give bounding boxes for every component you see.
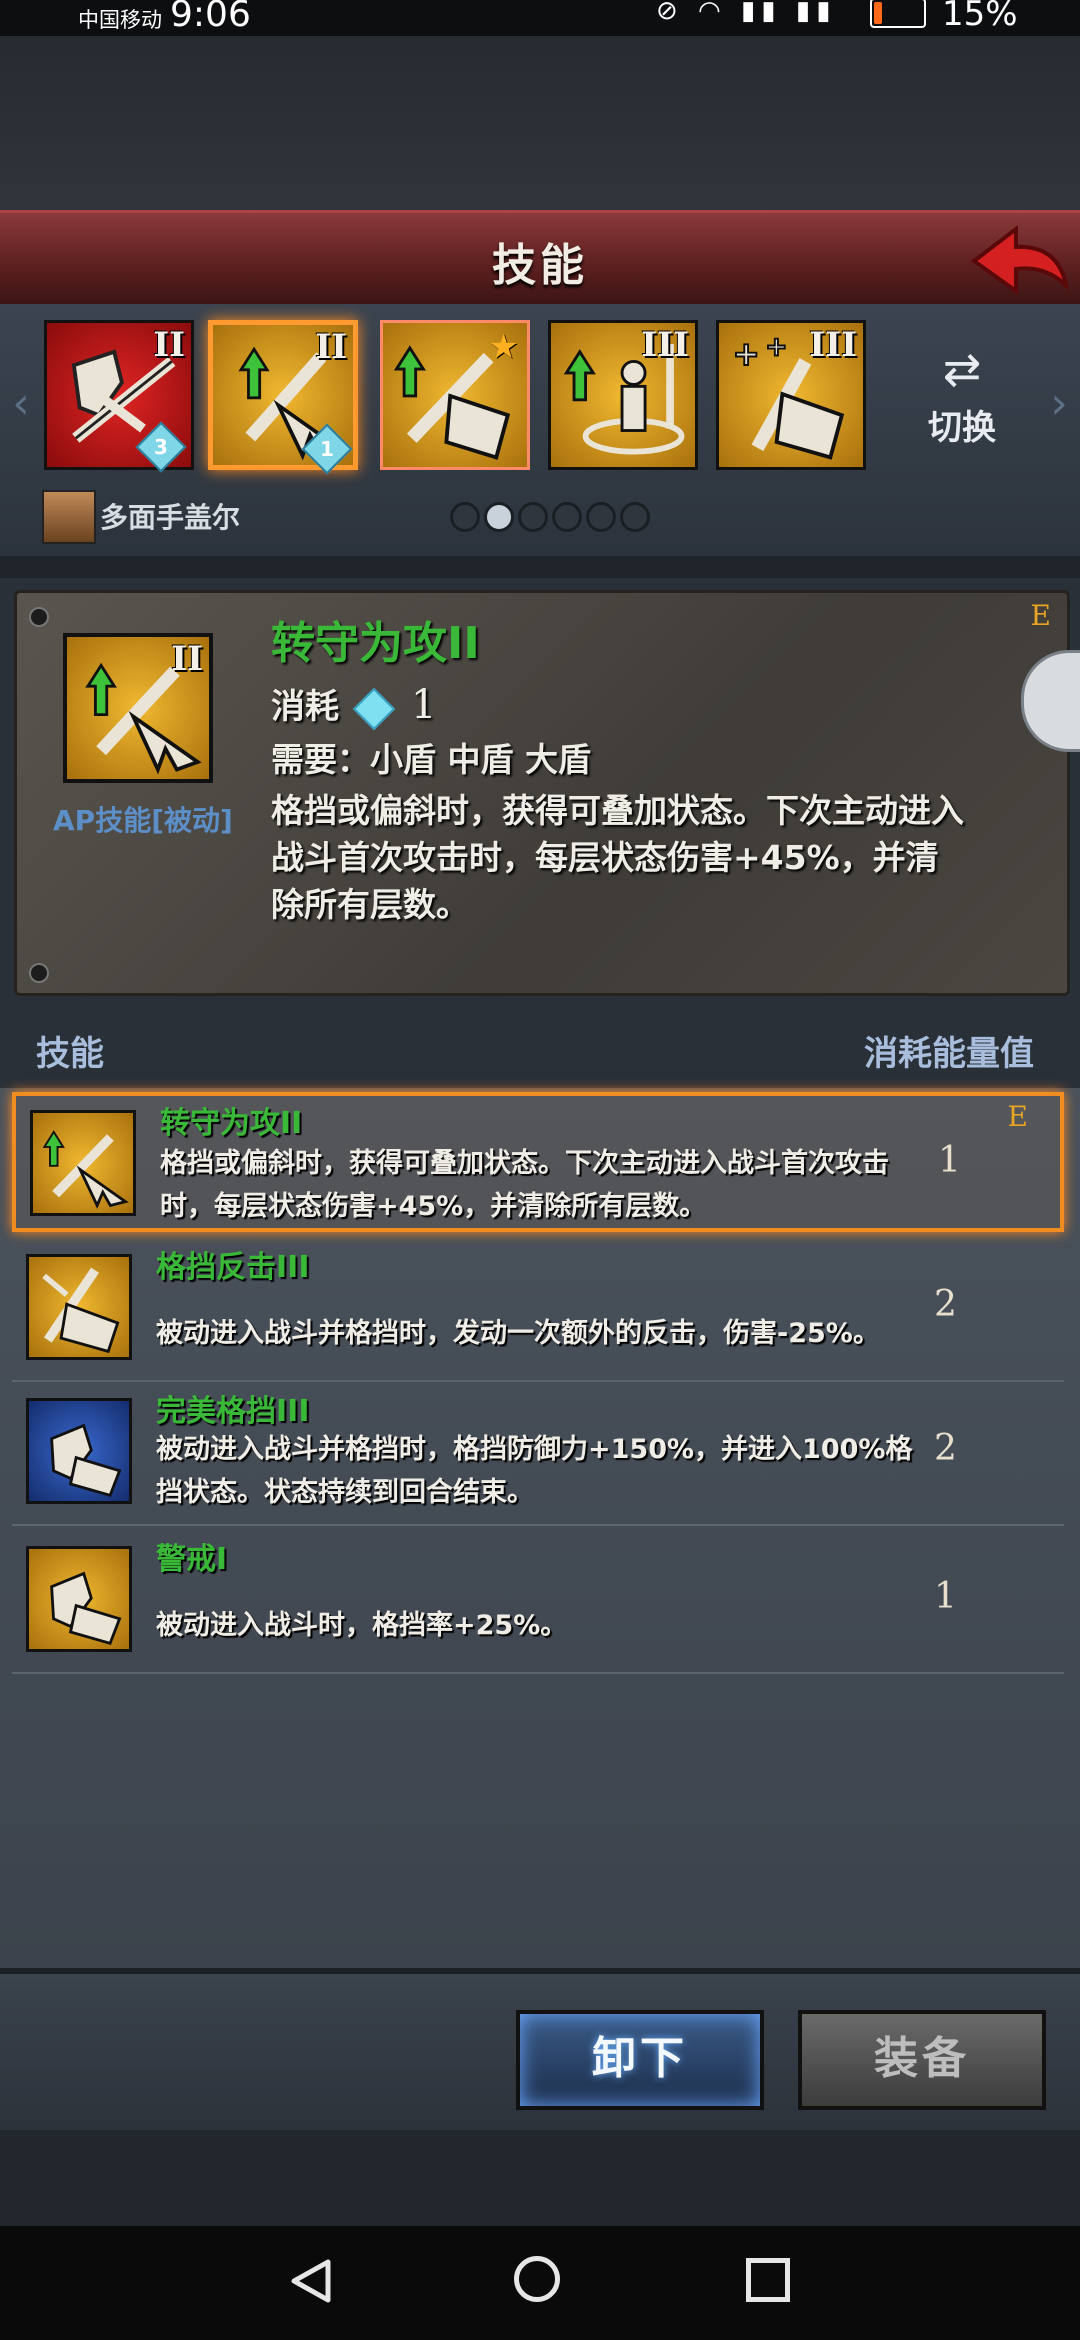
rank-label: II [315,327,347,367]
page-title: 技能 [492,240,588,291]
requirement-text: 需要：小盾 中盾 大盾 [271,740,591,779]
skill-name: 转守为攻II [160,1106,303,1141]
switch-button[interactable]: ⇄ 切换 [920,344,1004,449]
skill-title: 转守为攻II [271,618,480,669]
star-icon: ★ [488,327,519,367]
skill-slot-1[interactable]: II 3 [44,320,194,473]
perfect-block-icon [50,1423,122,1498]
skill-slot-3[interactable]: ★ [380,320,530,470]
equip-button[interactable]: 装备 [798,2010,1046,2110]
swap-arrows-icon: ⇄ [942,342,982,396]
footer-backdrop [0,2130,1080,2226]
system-nav-bar [0,2226,1080,2340]
unequip-button[interactable]: 卸下 [516,2010,764,2110]
nav-back-icon[interactable] [286,2256,336,2306]
skill-cost: 2 [934,1428,957,1469]
clock: 9:06 [170,0,251,35]
ap-skill-type-label: AP技能[被动] [53,804,233,837]
skill-name: 完美格挡III [156,1394,310,1429]
cost-label: 消耗 [271,687,339,727]
rank-label: III [641,325,689,365]
nav-home-icon[interactable] [514,2256,560,2302]
rank-label: III [809,325,857,365]
back-button[interactable] [970,221,1070,299]
skill-cost: 2 [934,1284,957,1325]
sword-up-arrow-icon [42,1130,129,1209]
skill-slot-5[interactable]: + + III [716,320,866,470]
skill-name: 警戒I [156,1542,228,1577]
skill-name: 格挡反击III [156,1250,310,1285]
skill-list-header: 技能 消耗能量值 [0,1012,1080,1092]
list-item[interactable]: 完美格挡III 被动进入战斗并格挡时，格挡防御力+150%，并进入100%格挡状… [12,1384,1064,1526]
nav-recents-icon[interactable] [746,2258,790,2302]
page-dot-active[interactable] [484,502,514,532]
column-skill: 技能 [36,1034,104,1074]
skill-slot-2[interactable]: II 1 [208,320,358,475]
page-dot[interactable] [620,502,650,532]
skill-icon [26,1254,132,1360]
rank-label: II [153,325,185,365]
rivet [29,607,49,627]
equipped-mark: E [1007,1100,1028,1133]
page-dot[interactable] [518,502,548,532]
skill-cost: 1 [938,1140,961,1181]
skill-slot-4[interactable]: III [548,320,698,470]
page-dot[interactable] [586,502,616,532]
column-energy-cost: 消耗能量值 [864,1034,1034,1074]
alert-shield-icon [50,1571,122,1646]
title-banner: 技能 [0,210,1080,310]
skill-cost: 1 [934,1576,957,1617]
back-arrow-icon [970,224,1070,295]
skill-desc: 被动进入战斗并格挡时，发动一次额外的反击，伤害-25%。 [156,1318,880,1349]
svg-text:+: + [765,332,788,363]
action-bar: 卸下 装备 [0,1968,1080,2136]
equipped-mark: E [1030,599,1051,632]
page-indicator [450,502,650,532]
cost-row: 消耗 1 [271,679,437,730]
page-dot[interactable] [450,502,480,532]
page-dot[interactable] [552,502,582,532]
top-backdrop [0,36,1080,210]
avatar [42,490,96,544]
skill-detail-card: II AP技能[被动] 转守为攻II E 消耗 1 需要：小盾 中盾 大盾 格挡或… [14,590,1070,996]
list-item[interactable]: 格挡反击III 被动进入战斗并格挡时，发动一次额外的反击，伤害-25%。 2 [12,1240,1064,1382]
character-name: 多面手盖尔 [100,501,241,534]
battery-percent: 15% [942,0,1018,34]
energy-gem-icon [352,687,396,730]
rank-label: II [171,639,203,679]
skill-desc: 被动进入战斗并格挡时，格挡防御力+150%，并进入100%格挡状态。状态持续到回… [156,1434,913,1508]
equipped-skill-strip: ‹ › II 3 II 1 ★ III + + III ⇄ 切换 多面手盖尔 [0,304,1080,556]
list-item[interactable]: 转守为攻II 格挡或偏斜时，获得可叠加状态。下次主动进入战斗首次攻击时，每层状态… [12,1092,1064,1232]
divider [0,556,1080,578]
strip-right-arrow-icon[interactable]: › [1044,374,1074,434]
skill-icon [26,1546,132,1652]
signal-wifi-icons: ⊘ ◠ ▮▮ ▮▮ [656,0,837,26]
cost-value: 1 [411,682,437,728]
carrier-label: 中国移动 [78,8,162,32]
skill-desc: 被动进入战斗时，格挡率+25%。 [156,1610,568,1641]
battery-icon [870,0,926,28]
skill-icon [30,1110,136,1216]
switch-label: 切换 [928,408,996,448]
shield-counter-icon [42,1267,120,1354]
strip-left-arrow-icon[interactable]: ‹ [6,374,36,434]
skill-description: 格挡或偏斜时，获得可叠加状态。下次主动进入战斗首次攻击时，每层状态伤害+45%，… [271,791,964,924]
skill-icon [26,1398,132,1504]
skill-list: 转守为攻II 格挡或偏斜时，获得可叠加状态。下次主动进入战斗首次攻击时，每层状态… [0,1088,1080,1968]
list-item[interactable]: 警戒I 被动进入战斗时，格挡率+25%。 1 [12,1532,1064,1674]
status-bar: 中国移动 9:06 ⊘ ◠ ▮▮ ▮▮ 15% [0,0,1080,36]
skill-desc: 格挡或偏斜时，获得可叠加状态。下次主动进入战斗首次攻击时，每层状态伤害+45%，… [160,1148,889,1222]
detail-skill-icon: II [63,633,213,783]
svg-text:+: + [732,335,759,373]
rivet [29,963,49,983]
